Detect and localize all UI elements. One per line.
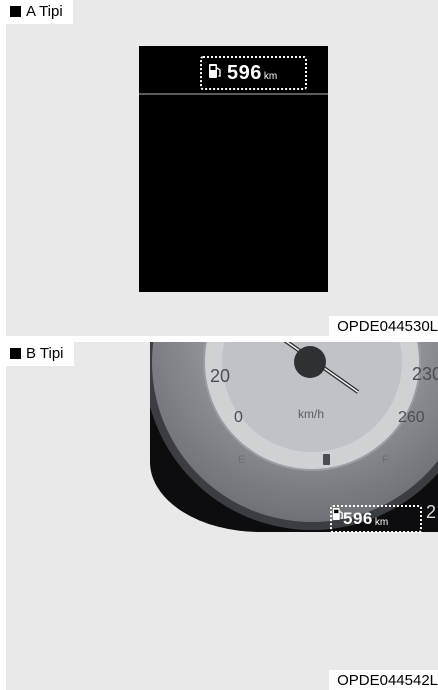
needle-hub — [294, 346, 326, 378]
range-value: 596 — [343, 509, 373, 528]
bullet-square-icon — [10, 348, 21, 359]
section-label-b: B Tipi — [6, 342, 74, 366]
distance-to-empty-highlight: 596 km — [200, 56, 307, 90]
fuel-empty-mark: E — [238, 454, 245, 466]
speed-label-260: 260 — [398, 409, 425, 426]
fuel-full-mark: F — [382, 454, 389, 466]
figure-panel-a: A Tipi 596 km OPDE044530L — [6, 0, 438, 336]
fuel-gauge-icon — [323, 454, 330, 465]
range-unit: km — [263, 70, 278, 82]
instrument-cluster-b: 20 0 230 260 km/h E F 2 596 km — [150, 342, 438, 533]
range-value: 596 — [227, 61, 262, 84]
section-label-a: A Tipi — [6, 0, 73, 24]
display-divider — [139, 93, 328, 95]
speedometer-dial: 20 0 230 260 km/h E F 2 — [150, 342, 438, 530]
figure-panel-b: B Tipi 20 0 230 260 km/h E F 2 596 km OP… — [6, 342, 438, 690]
fuel-pump-icon — [208, 63, 222, 84]
instrument-display-a: 596 km — [139, 46, 328, 292]
figure-code-a: OPDE044530L — [329, 316, 438, 336]
figure-code-b: OPDE044542L — [329, 670, 438, 690]
bullet-square-icon — [10, 6, 21, 17]
speed-label-20: 20 — [210, 366, 230, 386]
speed-label-230: 230 — [412, 364, 438, 384]
speed-unit: km/h — [298, 407, 324, 421]
edge-digit: 2 — [426, 502, 436, 522]
distance-to-empty-highlight: 596 km — [330, 505, 422, 533]
speed-label-0: 0 — [234, 409, 243, 426]
range-unit: km — [374, 516, 389, 528]
